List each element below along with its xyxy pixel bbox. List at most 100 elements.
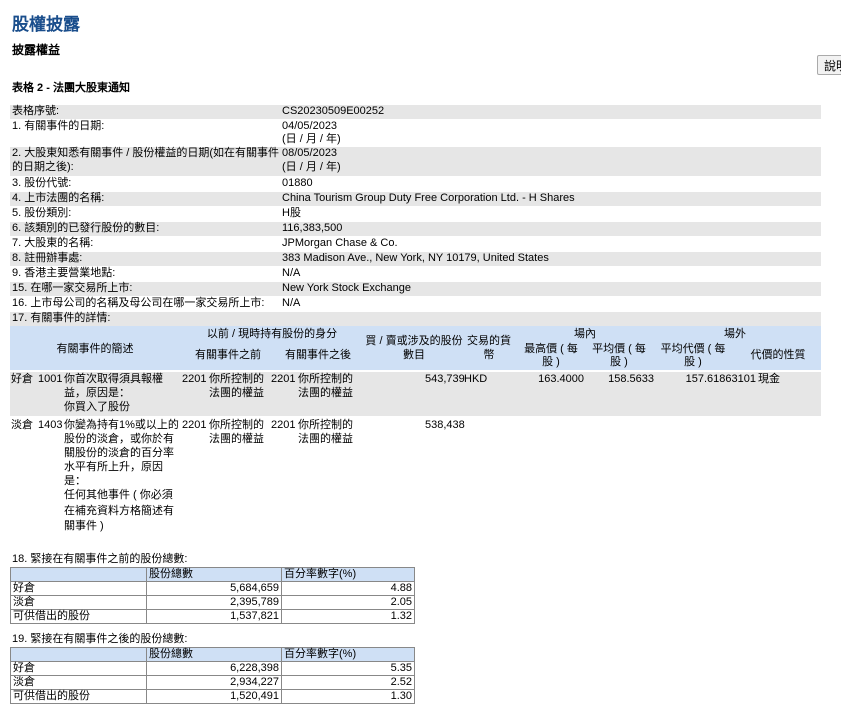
off-avg-price: 157.61863101 [685, 373, 756, 385]
field-label: 7. 大股東的名稱: [12, 237, 94, 249]
event-table-header: 有關事件的簡述 以前 / 現時持有股份的身分 有關事件之前 有關事件之後 買 /… [10, 326, 821, 370]
event-row-long: 好倉 1001 你首次取得須具報權 益，原因是： 你買入了股份 2201 你所控… [10, 372, 821, 416]
header-high-price-cont: 股 ) [542, 356, 560, 368]
field-label: 17. 有關事件的詳情: [12, 312, 111, 324]
field-value: New York Stock Exchange [282, 282, 412, 294]
col-shares-header: 股份總數 [146, 647, 282, 662]
row-shares: 6,228,398 [146, 661, 282, 676]
field-label: 3. 股份代號: [12, 177, 72, 189]
row-pct: 2.05 [281, 595, 415, 610]
field-label: 6. 該類別的已發行股份的數目: [12, 222, 160, 234]
event-position: 好倉 [11, 373, 33, 385]
row-shares: 5,684,659 [146, 581, 282, 596]
page-subtitle: 披露權益 [12, 43, 61, 57]
consideration: 現金 [758, 373, 780, 385]
event-desc: 你首次取得須具報權 [64, 373, 163, 385]
event-desc: 水平有所上升，原因 [64, 461, 163, 473]
row-label: 可供借出的股份 [10, 609, 147, 624]
field-note: (日 / 月 / 年) [282, 133, 341, 145]
after-capacity: 法團的權益 [298, 387, 353, 399]
field-label: 4. 上市法團的名稱: [12, 192, 105, 204]
help-button[interactable]: 說明 [817, 55, 841, 75]
event-desc: 在補充資料方格簡述有 [64, 505, 174, 517]
header-avg-price-cont: 股 ) [610, 356, 628, 368]
after-capacity: 你所控制的 [298, 373, 353, 385]
field-label: 表格序號: [12, 105, 60, 117]
field-event-details: 17. 有關事件的詳情: [10, 312, 821, 326]
before-code: 2201 [182, 419, 207, 431]
row-label: 好倉 [10, 581, 147, 596]
event-desc: 任何其他事件 ( 你必須 [64, 489, 173, 501]
row-label: 可供借出的股份 [10, 689, 147, 704]
table-row: 好倉 5,684,659 4.88 [10, 581, 415, 596]
event-shares: 538,438 [425, 419, 465, 431]
field-label: 2. 大股東知悉有關事件 / 股份權益的日期(如在有關事件 [12, 147, 280, 159]
event-code: 1001 [38, 373, 63, 385]
field-label-cont: 的日期之後): [12, 161, 74, 173]
blank-header [10, 567, 147, 582]
field-value: N/A [282, 267, 301, 279]
row-shares: 1,537,821 [146, 609, 282, 624]
field-hk-place: 9. 香港主要營業地點: N/A [10, 267, 821, 281]
field-value: 08/05/2023 [282, 147, 338, 159]
table-row: 淡倉 2,934,227 2.52 [10, 675, 415, 690]
field-listed-corp: 4. 上市法團的名稱: China Tourism Group Duty Fre… [10, 192, 821, 206]
field-form-serial: 表格序號: CS20230509E00252 [10, 105, 821, 119]
field-issued-shares: 6. 該類別的已發行股份的數目: 116,383,500 [10, 222, 821, 236]
field-label: 1. 有關事件的日期: [12, 120, 105, 132]
event-desc: 是： [64, 475, 86, 487]
section-19-table: 股份總數 百分率數字(%) 好倉 6,228,398 5.35 淡倉 2,934… [10, 647, 415, 704]
table-row: 可供借出的股份 1,537,821 1.32 [10, 609, 415, 624]
header-high-price: 最高價 ( 每 [524, 343, 578, 355]
event-code: 1403 [38, 419, 63, 431]
field-label: 15. 在哪一家交易所上市: [12, 282, 133, 294]
header-shares-cont: 數目 [403, 349, 425, 361]
field-registered-office: 8. 註冊辦事處: 383 Madison Ave., New York, NY… [10, 252, 821, 266]
page-title: 股權披露 [12, 15, 80, 34]
header-off-avg: 平均代價 ( 每 [660, 343, 726, 355]
section-19-title: 19. 緊接在有關事件之後的股份總數: [12, 633, 188, 645]
blank-header [10, 647, 147, 662]
before-capacity: 法團的權益 [209, 387, 264, 399]
col-shares-header: 股份總數 [146, 567, 282, 582]
header-avg-price: 平均價 ( 每 [592, 343, 646, 355]
header-currency-cont: 幣 [483, 349, 495, 361]
row-pct: 1.30 [281, 689, 415, 704]
before-code: 2201 [182, 373, 207, 385]
event-position: 淡倉 [11, 419, 33, 431]
col-pct-header: 百分率數字(%) [281, 567, 415, 582]
row-label: 淡倉 [10, 595, 147, 610]
high-price: 163.4000 [538, 373, 584, 385]
header-consideration: 代價的性質 [750, 349, 806, 361]
table-header-row: 股份總數 百分率數字(%) [10, 567, 415, 582]
field-value: 04/05/2023 [282, 120, 338, 132]
field-label: 9. 香港主要營業地點: [12, 267, 116, 279]
row-pct: 1.32 [281, 609, 415, 624]
field-value: China Tourism Group Duty Free Corporatio… [282, 192, 575, 204]
table-row: 淡倉 2,395,789 2.05 [10, 595, 415, 610]
header-off-exchange: 場外 [724, 328, 746, 340]
field-aware-date: 2. 大股東知悉有關事件 / 股份權益的日期(如在有關事件 的日期之後): 08… [10, 147, 821, 176]
field-value: 383 Madison Ave., New York, NY 10179, Un… [282, 252, 549, 264]
before-capacity: 你所控制的 [209, 419, 264, 431]
row-shares: 1,520,491 [146, 689, 282, 704]
col-pct-header: 百分率數字(%) [281, 647, 415, 662]
field-label: 5. 股份類別: [12, 207, 72, 219]
field-value: N/A [282, 297, 301, 309]
after-capacity: 法團的權益 [298, 433, 353, 445]
form-title: 表格 2 - 法團大股東通知 [12, 82, 130, 94]
table-row: 可供借出的股份 1,520,491 1.30 [10, 689, 415, 704]
row-pct: 5.35 [281, 661, 415, 676]
field-share-class: 5. 股份類別: H股 [10, 207, 821, 221]
event-desc: 你買入了股份 [64, 401, 130, 413]
header-before: 有關事件之前 [195, 349, 261, 361]
field-value: CS20230509E00252 [282, 105, 385, 117]
avg-price: 158.5633 [608, 373, 654, 385]
section-18-title: 18. 緊接在有關事件之前的股份總數: [12, 553, 188, 565]
field-value: JPMorgan Chase & Co. [282, 237, 398, 249]
event-row-short: 淡倉 1403 你變為持有1%或以上的 股份的淡倉，或你於有 關股份的淡倉的百分… [10, 418, 821, 536]
header-currency: 交易的貨 [467, 335, 511, 347]
row-shares: 2,395,789 [146, 595, 282, 610]
section-18-table: 股份總數 百分率數字(%) 好倉 5,684,659 4.88 淡倉 2,395… [10, 567, 415, 624]
field-note: (日 / 月 / 年) [282, 161, 341, 173]
